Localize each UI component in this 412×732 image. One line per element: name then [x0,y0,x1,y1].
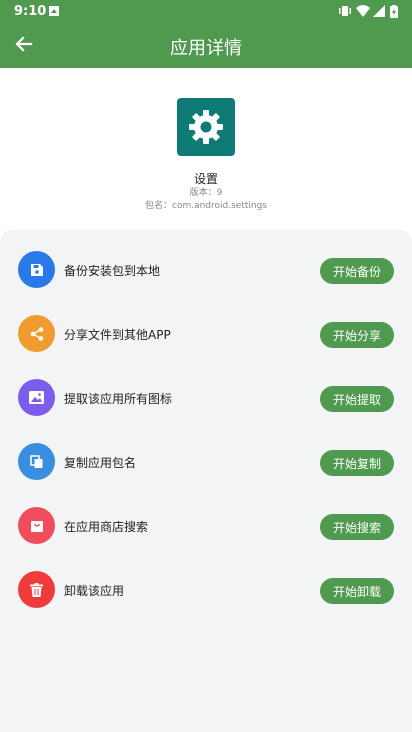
app-package-name: 包名：com.android.settings [145,201,267,211]
action-label: 提取该应用所有图标 [64,392,173,406]
status-time: 9:10 [14,4,47,19]
save-icon [18,251,55,288]
status-bar: 9:10 [0,0,412,24]
start-extract-button[interactable]: 开始提取 [320,386,394,412]
start-backup-button[interactable]: 开始备份 [320,258,394,284]
action-label: 备份安装包到本地 [64,264,161,278]
action-label: 在应用商店搜索 [64,520,149,534]
trash-icon [18,571,55,608]
action-row-backup: 备份安装包到本地 开始备份 [0,230,412,294]
store-icon [18,507,55,544]
share-icon [18,315,55,352]
app-version: 版本：9 [189,188,223,198]
start-search-button[interactable]: 开始搜索 [320,514,394,540]
start-share-button[interactable]: 开始分享 [320,322,394,348]
action-row-share: 分享文件到其他APP 开始分享 [0,294,412,358]
copy-icon [18,443,55,480]
settings-app-icon [177,98,235,156]
action-label: 复制应用包名 [64,456,137,470]
image-icon [18,379,55,416]
vibrate-icon [338,5,351,17]
action-row-copy-package: 复制应用包名 开始复制 [0,422,412,486]
action-label: 分享文件到其他APP [64,328,171,342]
app-info-header: 设置 版本：9 包名：com.android.settings [0,68,412,228]
app-bar: 应用详情 [0,24,412,68]
actions-card: 备份安装包到本地 开始备份 分享文件到其他APP 开始分享 提取该应用所有图标 … [0,230,412,732]
action-row-store-search: 在应用商店搜索 开始搜索 [0,486,412,550]
signal-icon [373,5,385,17]
gear-icon [189,110,223,144]
action-row-extract-icons: 提取该应用所有图标 开始提取 [0,358,412,422]
start-uninstall-button[interactable]: 开始卸载 [320,578,394,604]
wifi-icon [356,5,370,17]
battery-icon [390,5,402,18]
page-title: 应用详情 [170,38,242,59]
action-label: 卸载该应用 [64,584,125,598]
action-row-uninstall: 卸载该应用 开始卸载 [0,550,412,614]
start-copy-button[interactable]: 开始复制 [320,450,394,476]
notification-icon [48,5,60,17]
